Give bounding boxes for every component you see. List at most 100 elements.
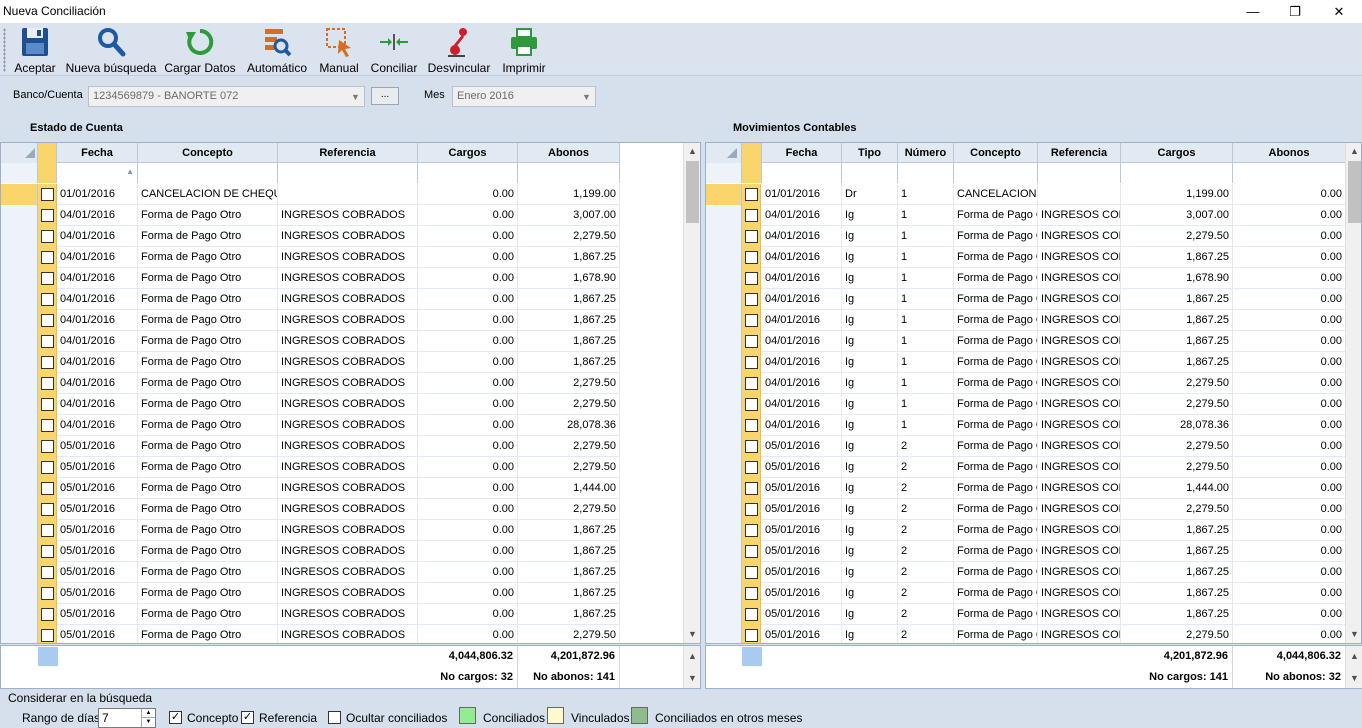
col-concepto[interactable]: Concepto [138,143,278,163]
toolbar-grip[interactable] [3,28,6,72]
table-row[interactable]: 05/01/2016Ig2Forma de Pago OtroINGRESOS … [706,457,1346,478]
scroll-up-icon[interactable]: ▲ [684,143,700,160]
row-checkbox[interactable] [745,566,758,579]
row-selector[interactable] [706,247,742,268]
table-row[interactable]: 04/01/2016 Forma de Pago Otro INGRESOS COB… [1,373,620,394]
table-row[interactable]: 04/01/2016Ig1Forma de Pago OtroINGRESOS … [706,394,1346,415]
table-row[interactable]: 01/01/2016Dr1CANCELACION DE 1,199.000.00 [706,184,1346,205]
row-checkbox[interactable] [745,524,758,537]
desvincular-button[interactable]: Desvincular [426,25,492,75]
filter-abonos[interactable] [1233,163,1346,183]
ocultar-conciliados-checkbox[interactable] [328,711,341,724]
row-checkbox[interactable] [41,440,54,453]
row-checkbox[interactable] [41,356,54,369]
filter-concepto[interactable] [138,163,278,183]
col-referencia[interactable]: Referencia [1038,143,1121,163]
scroll-up-icon[interactable]: ▲ [1346,648,1362,665]
row-checkbox[interactable] [41,398,54,411]
row-checkbox[interactable] [745,503,758,516]
concepto-checkbox[interactable]: ✓ [169,711,182,724]
row-selector[interactable] [1,478,38,499]
row-selector[interactable] [706,520,742,541]
table-row[interactable]: 05/01/2016Ig2Forma de Pago OtroINGRESOS … [706,499,1346,520]
row-selector[interactable] [706,268,742,289]
col-abonos[interactable]: Abonos [1233,143,1346,163]
row-checkbox[interactable] [41,587,54,600]
table-row[interactable]: 04/01/2016 Forma de Pago Otro INGRESOS COB… [1,415,620,436]
row-selector[interactable] [706,436,742,457]
select-all-corner[interactable] [706,143,742,163]
table-row[interactable]: 04/01/2016 Forma de Pago Otro INGRESOS COB… [1,247,620,268]
row-selector[interactable] [1,541,38,562]
table-row[interactable]: 04/01/2016 Forma de Pago Otro INGRESOS COB… [1,310,620,331]
row-selector[interactable] [1,310,38,331]
row-checkbox[interactable] [745,629,758,642]
scroll-down-icon[interactable]: ▼ [1346,670,1362,687]
row-checkbox[interactable] [745,482,758,495]
scroll-down-icon[interactable]: ▼ [684,626,700,643]
table-row[interactable]: 05/01/2016 Forma de Pago Otro INGRESOS COB… [1,541,620,562]
row-selector[interactable] [706,604,742,625]
row-selector[interactable] [1,184,38,205]
row-checkbox[interactable] [41,272,54,285]
table-row[interactable]: 05/01/2016 Forma de Pago Otro INGRESOS COB… [1,583,620,604]
table-row[interactable]: 04/01/2016Ig1Forma de Pago OtroINGRESOS … [706,331,1346,352]
row-selector[interactable] [706,499,742,520]
row-selector[interactable] [1,394,38,415]
row-selector[interactable] [706,625,742,643]
stepper-up-icon[interactable]: ▲ [141,709,155,718]
row-selector[interactable] [706,352,742,373]
table-row[interactable]: 05/01/2016 Forma de Pago Otro INGRESOS COB… [1,562,620,583]
select-all-corner[interactable] [1,143,38,163]
row-selector[interactable] [706,415,742,436]
filter-tipo[interactable] [842,163,898,183]
table-row[interactable]: 04/01/2016Ig1Forma de Pago OtroINGRESOS … [706,310,1346,331]
table-row[interactable]: 05/01/2016Ig2Forma de Pago OtroINGRESOS … [706,436,1346,457]
filter-referencia[interactable] [1038,163,1121,183]
row-selector[interactable] [706,394,742,415]
automatico-button[interactable]: Automático [243,25,311,75]
row-checkbox[interactable] [745,461,758,474]
table-row[interactable]: 05/01/2016 Forma de Pago Otro INGRESOS COB… [1,436,620,457]
filter-concepto[interactable] [954,163,1038,183]
col-numero[interactable]: Número [898,143,954,163]
table-row[interactable]: 05/01/2016Ig2Forma de Pago OtroINGRESOS … [706,583,1346,604]
conciliar-button[interactable]: Conciliar [368,25,420,75]
referencia-checkbox[interactable]: ✓ [241,711,254,724]
scroll-up-icon[interactable]: ▲ [1346,143,1361,160]
col-concepto[interactable]: Concepto [954,143,1038,163]
row-selector[interactable] [1,373,38,394]
row-checkbox[interactable] [41,503,54,516]
row-checkbox[interactable] [41,545,54,558]
row-checkbox[interactable] [41,377,54,390]
row-checkbox[interactable] [41,566,54,579]
banco-cuenta-select[interactable]: 1234569879 - BANORTE 072 ▼ [88,86,365,107]
estado-vscroll[interactable]: ▲ ▼ [683,143,700,643]
row-checkbox[interactable] [41,188,54,201]
minimize-button[interactable]: — [1230,0,1276,23]
row-checkbox[interactable] [41,230,54,243]
row-checkbox[interactable] [745,356,758,369]
row-checkbox[interactable] [745,188,758,201]
row-selector[interactable] [706,310,742,331]
nueva-busqueda-button[interactable]: Nueva búsqueda [64,25,158,75]
filter-numero[interactable] [898,163,954,183]
row-checkbox[interactable] [41,209,54,222]
row-selector[interactable] [706,562,742,583]
row-checkbox[interactable] [41,629,54,642]
table-row[interactable]: 05/01/2016Ig2Forma de Pago OtroINGRESOS … [706,520,1346,541]
row-selector[interactable] [706,226,742,247]
table-row[interactable]: 04/01/2016Ig1Forma de Pago OtroINGRESOS … [706,352,1346,373]
filter-referencia[interactable] [278,163,418,183]
row-selector[interactable] [1,415,38,436]
row-checkbox[interactable] [745,230,758,243]
row-checkbox[interactable] [745,377,758,390]
table-row[interactable]: 05/01/2016 Forma de Pago Otro INGRESOS COB… [1,499,620,520]
row-checkbox[interactable] [41,524,54,537]
table-row[interactable]: 04/01/2016Ig1Forma de Pago OtroINGRESOS … [706,247,1346,268]
table-row[interactable]: 05/01/2016Ig2Forma de Pago OtroINGRESOS … [706,478,1346,499]
table-row[interactable]: 04/01/2016Ig1Forma de Pago OtroINGRESOS … [706,289,1346,310]
browse-button[interactable]: ... [371,87,399,105]
table-row[interactable]: 05/01/2016 Forma de Pago Otro INGRESOS COB… [1,604,620,625]
row-checkbox[interactable] [745,293,758,306]
